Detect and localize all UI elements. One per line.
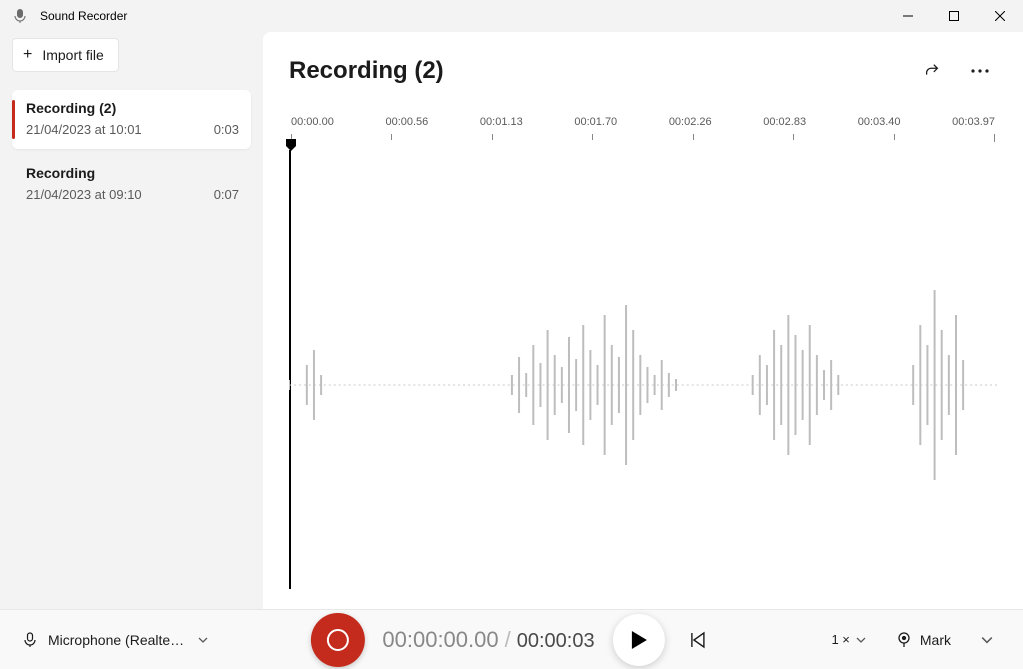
recording-item-datetime: 21/04/2023 at 10:01 — [26, 122, 142, 137]
import-file-button[interactable]: + Import file — [12, 38, 119, 72]
timeline-tick-mark — [793, 134, 794, 140]
share-button[interactable] — [915, 54, 949, 88]
sidebar: + Import file Recording (2) 21/04/2023 at… — [0, 32, 263, 609]
timeline-tick-mark — [592, 134, 593, 140]
recording-item-duration: 0:03 — [214, 122, 239, 137]
timeline-tick-label: 00:00.56 — [385, 116, 428, 128]
total-time: 00:00:03 — [517, 630, 595, 653]
playback-speed-button[interactable]: 1 × — [823, 626, 873, 653]
play-icon — [630, 630, 648, 650]
record-button[interactable] — [310, 613, 364, 667]
recordings-list: Recording (2)21/04/2023 at 10:010:03Reco… — [12, 90, 251, 214]
titlebar: Sound Recorder — [0, 0, 1023, 32]
waveform-area[interactable] — [289, 160, 997, 609]
skip-back-icon — [689, 631, 707, 649]
recording-item-title: Recording (2) — [26, 100, 239, 116]
record-icon — [326, 629, 348, 651]
more-playback-button[interactable] — [973, 626, 1001, 654]
timeline-tick-label: 00:03.97 — [952, 116, 995, 128]
timeline-tick-label: 00:03.40 — [858, 116, 901, 128]
content-pane: Recording (2) 00:00.0000:00.5600:01.1300… — [263, 32, 1023, 609]
recording-title: Recording (2) — [289, 57, 444, 85]
speed-label: 1 × — [831, 632, 849, 647]
microphone-icon — [22, 632, 38, 648]
timeline-tick-label: 00:00.00 — [291, 116, 334, 128]
timeline-tick-label: 00:02.26 — [669, 116, 712, 128]
chevron-down-icon — [198, 635, 208, 645]
current-time: 00:00:00.00 — [382, 627, 498, 653]
mark-label: Mark — [920, 632, 951, 648]
timeline-tick-mark — [391, 134, 392, 140]
microphone-selector[interactable]: Microphone (Realtek(... — [22, 632, 208, 648]
play-button[interactable] — [613, 614, 665, 666]
chevron-down-icon — [856, 635, 866, 645]
timeline-tick-label: 00:02.83 — [763, 116, 806, 128]
close-button[interactable] — [977, 0, 1023, 32]
timeline-tick-label: 00:01.70 — [574, 116, 617, 128]
timeline-tick-label: 00:01.13 — [480, 116, 523, 128]
microphone-label: Microphone (Realtek(... — [48, 632, 188, 648]
import-label: Import file — [42, 47, 103, 63]
timeline-tick-mark — [492, 134, 493, 140]
recording-item-duration: 0:07 — [214, 187, 239, 202]
timeline-tick-mark — [994, 134, 995, 142]
mark-button[interactable]: Mark — [888, 626, 959, 654]
skip-back-button[interactable] — [683, 625, 713, 655]
maximize-button[interactable] — [931, 0, 977, 32]
timeline-tick-mark — [693, 134, 694, 140]
recording-item[interactable]: Recording (2) 21/04/2023 at 10:01 0:03 — [12, 90, 251, 149]
recording-item-datetime: 21/04/2023 at 09:10 — [26, 187, 142, 202]
plus-icon: + — [23, 47, 32, 63]
timeline-tick-mark — [894, 134, 895, 140]
recording-item-title: Recording — [26, 165, 239, 181]
time-display: 00:00:00.00 / 00:00:03 — [382, 627, 594, 653]
more-button[interactable] — [963, 54, 997, 88]
app-icon — [12, 8, 28, 24]
minimize-button[interactable] — [885, 0, 931, 32]
playhead-marker[interactable] — [285, 138, 297, 157]
chevron-down-icon — [981, 634, 993, 646]
timeline-ruler[interactable]: 00:00.00 00:00.56 00:01.13 00:01.70 00:02.26… — [289, 116, 997, 156]
recording-item[interactable]: Recording 21/04/2023 at 09:10 0:07 — [12, 155, 251, 214]
mark-icon — [896, 632, 912, 648]
playback-bar: Microphone (Realtek(... 00:00:00.00 / 00… — [0, 609, 1023, 669]
app-title: Sound Recorder — [40, 9, 127, 23]
